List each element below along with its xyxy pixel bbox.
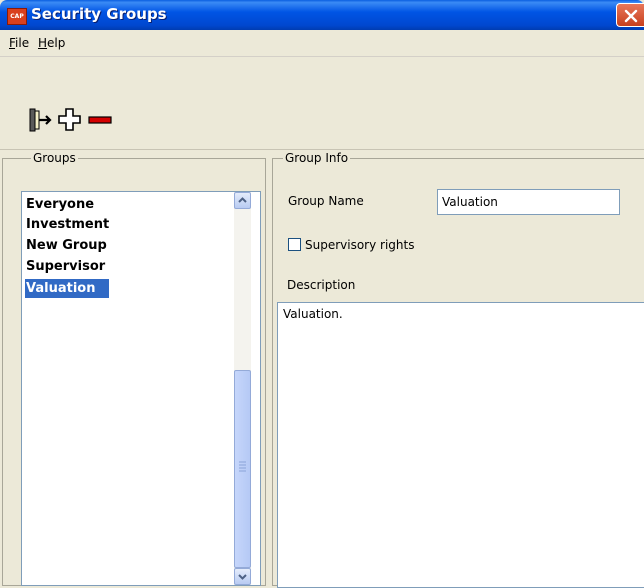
- groups-panel-title: Groups: [31, 151, 78, 165]
- description-label: Description: [287, 278, 356, 292]
- groups-scrollbar[interactable]: [234, 192, 251, 585]
- add-group-button[interactable]: [56, 106, 82, 132]
- list-item-supervisor[interactable]: Supervisor: [25, 257, 119, 276]
- groups-list[interactable]: Everyone Investment New Group Supervisor…: [21, 191, 261, 586]
- toolbar: [0, 57, 644, 150]
- close-button[interactable]: [616, 3, 644, 27]
- close-icon: [624, 9, 638, 23]
- exit-icon: [29, 108, 52, 132]
- chevron-down-icon: [238, 574, 247, 580]
- remove-group-button[interactable]: [86, 106, 112, 132]
- scroll-up-button[interactable]: [234, 192, 251, 209]
- menu-file[interactable]: File: [9, 36, 29, 50]
- menu-help-label: elp: [47, 36, 66, 50]
- group-name-input[interactable]: [437, 189, 620, 215]
- menu-help[interactable]: Help: [38, 36, 65, 50]
- group-info-title: Group Info: [283, 151, 351, 165]
- supervisory-rights-checkbox[interactable]: [288, 238, 301, 251]
- group-name-label: Group Name: [288, 194, 364, 208]
- exit-button[interactable]: [26, 106, 52, 132]
- menu-help-accelerator: H: [38, 36, 48, 50]
- list-item-everyone[interactable]: Everyone: [25, 195, 108, 214]
- menu-bar: File Help: [0, 30, 644, 57]
- window-title: Security Groups: [31, 5, 167, 23]
- chevron-up-icon: [238, 197, 247, 203]
- description-textarea[interactable]: Valuation.: [277, 302, 644, 588]
- title-bar[interactable]: CAP Security Groups: [0, 0, 644, 30]
- grip-icon: [239, 461, 246, 472]
- list-item-valuation[interactable]: Valuation: [25, 279, 110, 298]
- list-item-new-group[interactable]: New Group: [25, 236, 121, 255]
- scroll-down-button[interactable]: [234, 568, 251, 585]
- list-item-investment[interactable]: Investment: [25, 215, 123, 234]
- remove-icon: [88, 116, 112, 124]
- supervisory-rights-label: Supervisory rights: [305, 238, 415, 252]
- add-icon: [58, 108, 81, 131]
- menu-file-label: ile: [15, 36, 30, 50]
- scroll-thumb[interactable]: [234, 370, 251, 568]
- app-logo-icon: CAP: [7, 8, 27, 25]
